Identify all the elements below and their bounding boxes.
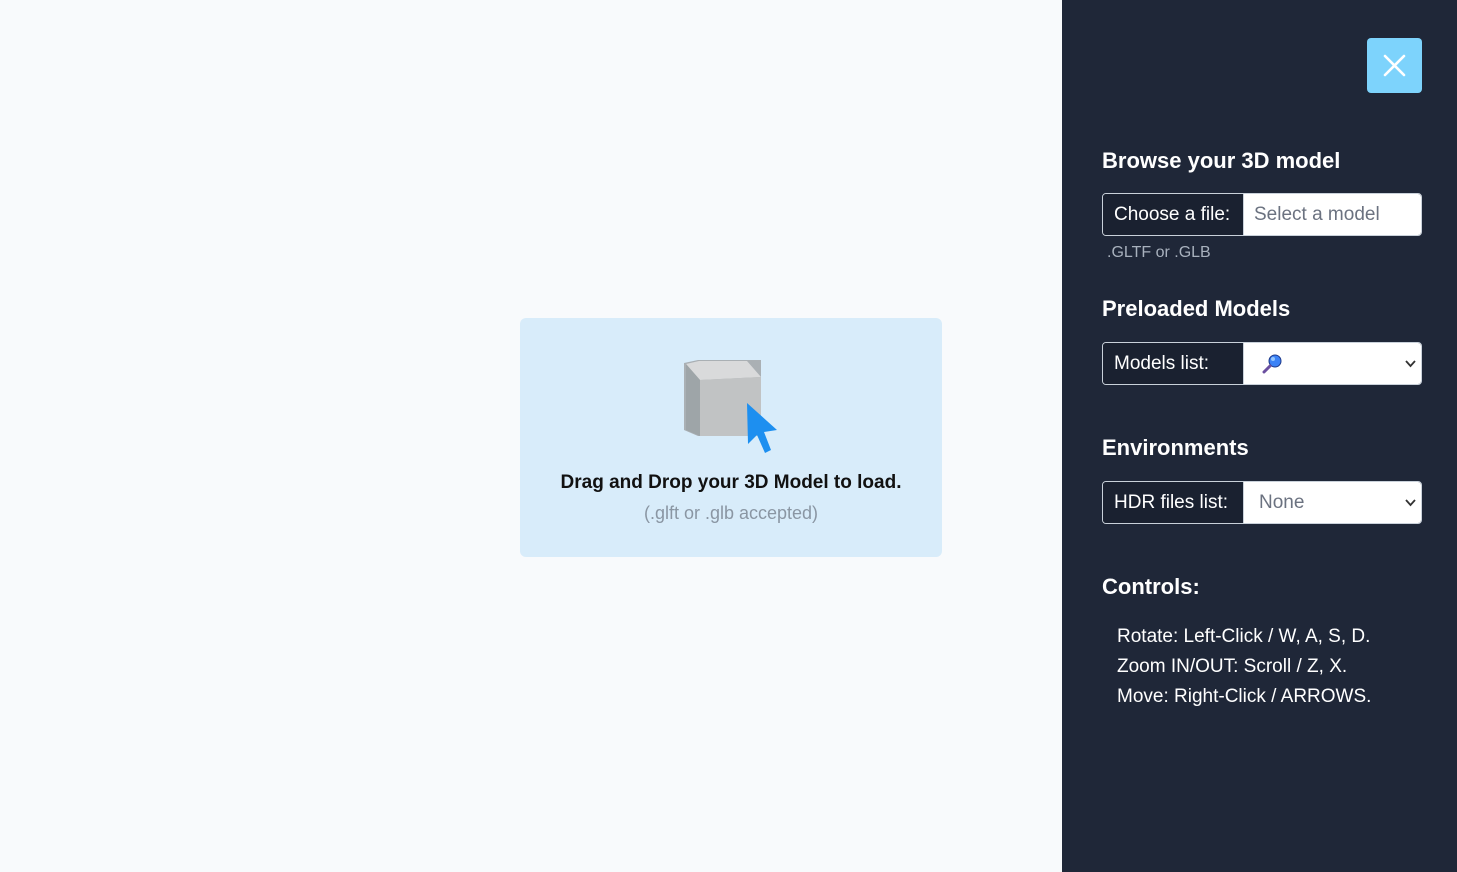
chevron-down-icon	[1405, 360, 1416, 368]
hdr-select-value: None	[1259, 492, 1305, 513]
drop-zone-title: Drag and Drop your 3D Model to load.	[560, 472, 902, 493]
choose-file-label[interactable]: Choose a file:	[1103, 194, 1244, 235]
file-format-hint: .GLTF or .GLB	[1107, 244, 1211, 261]
models-list-label: Models list:	[1103, 343, 1244, 384]
file-input-group[interactable]: Choose a file: Select a model	[1102, 193, 1422, 236]
sidebar: Browse your 3D model Choose a file: Sele…	[1062, 0, 1457, 872]
close-icon	[1383, 54, 1406, 77]
hdr-files-label: HDR files list:	[1103, 482, 1244, 523]
controls-item: Rotate: Left-Click / W, A, S, D.	[1117, 626, 1371, 647]
browse-title: Browse your 3D model	[1102, 148, 1341, 173]
controls-item: Zoom IN/OUT: Scroll / Z, X.	[1117, 656, 1348, 677]
chevron-down-icon	[1405, 499, 1416, 507]
controls-item: Move: Right-Click / ARROWS.	[1117, 686, 1372, 707]
hdr-select-group[interactable]: HDR files list: None	[1102, 481, 1422, 524]
app-root: Drag and Drop your 3D Model to load. (.g…	[0, 0, 1457, 872]
cube-with-cursor-icon	[684, 360, 784, 460]
preloaded-title: Preloaded Models	[1102, 296, 1291, 321]
controls-list: Rotate: Left-Click / W, A, S, D. Zoom IN…	[1117, 622, 1371, 712]
drop-zone[interactable]: Drag and Drop your 3D Model to load. (.g…	[520, 318, 942, 557]
hdr-select[interactable]: None	[1244, 482, 1421, 523]
controls-title: Controls:	[1102, 574, 1200, 599]
close-button[interactable]	[1367, 38, 1422, 93]
environments-title: Environments	[1102, 435, 1249, 460]
models-select-group[interactable]: Models list:	[1102, 342, 1422, 385]
magnifier-icon	[1262, 354, 1282, 374]
drop-zone-subtitle: (.glft or .glb accepted)	[643, 503, 819, 523]
models-select[interactable]	[1244, 343, 1421, 384]
file-input[interactable]: Select a model	[1244, 194, 1421, 235]
